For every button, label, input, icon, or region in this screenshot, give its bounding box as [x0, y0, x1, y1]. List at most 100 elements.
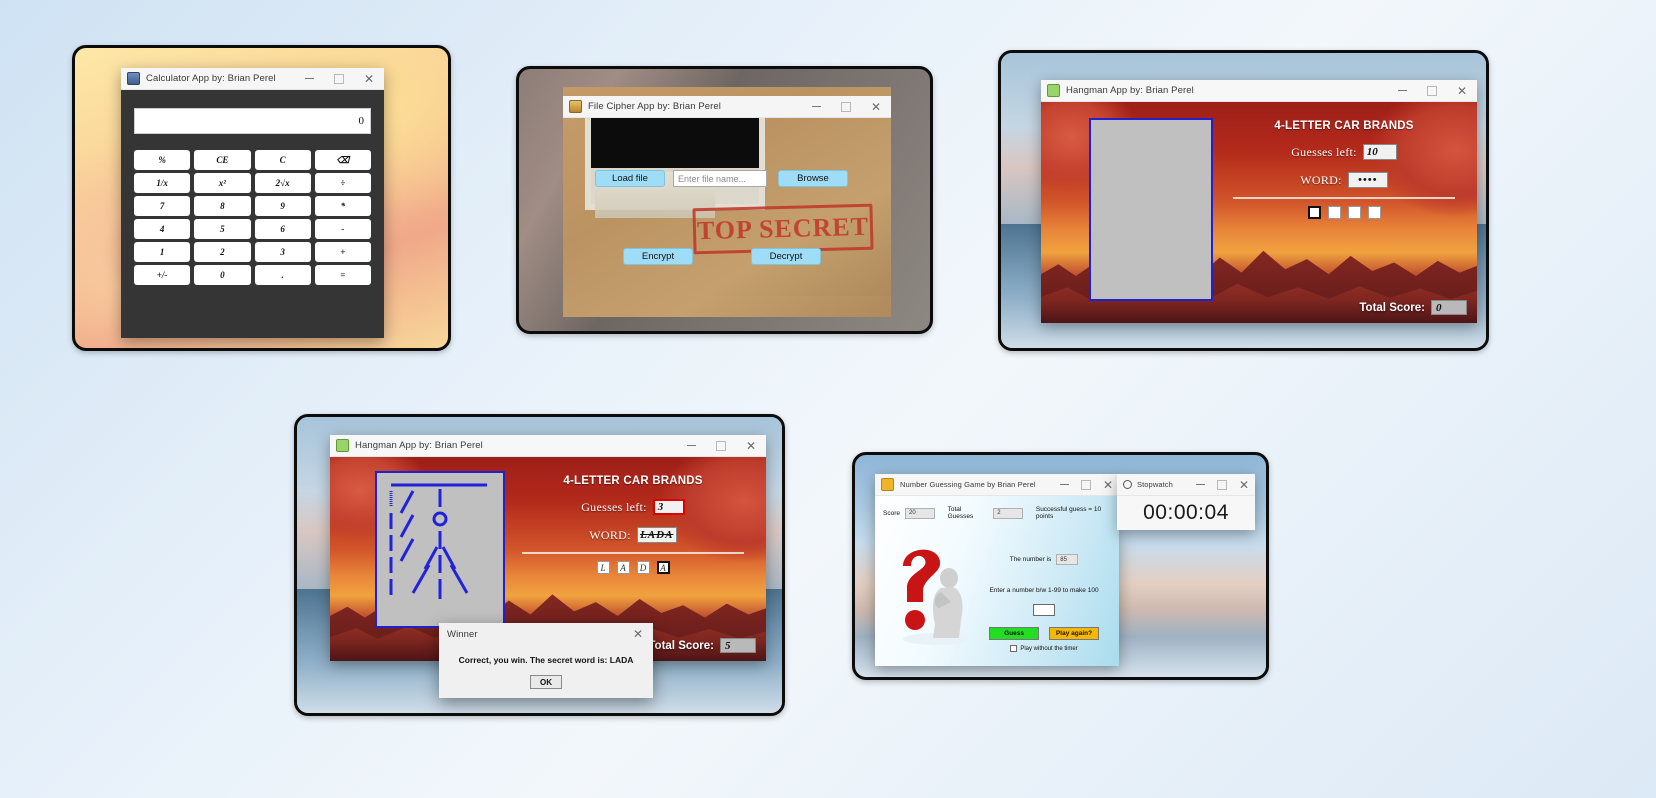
total-score-row: Total Score: 5: [648, 638, 756, 653]
letter-slot[interactable]: A: [656, 561, 670, 574]
stopwatch-window[interactable]: Stopwatch ✕ 00:00:04: [1117, 474, 1255, 530]
calc-key-7[interactable]: 7: [134, 196, 191, 216]
envelope-photo: [585, 118, 765, 218]
word-row: WORD: LADA: [508, 527, 758, 543]
calc-key-divide[interactable]: ÷: [314, 173, 371, 193]
winner-dialog-ok-button[interactable]: OK: [530, 675, 562, 689]
calc-key-percent[interactable]: %: [134, 150, 191, 170]
play-without-timer-row[interactable]: Play without the timer: [975, 645, 1113, 652]
guesses-left-row: Guesses left: 3: [508, 499, 758, 515]
close-icon[interactable]: ✕: [1447, 80, 1477, 101]
calc-key-plus[interactable]: +: [314, 242, 371, 262]
calc-key-multiply[interactable]: *: [314, 196, 371, 216]
calc-key-minus[interactable]: -: [314, 219, 371, 239]
close-icon[interactable]: ✕: [623, 623, 653, 645]
browse-button[interactable]: Browse: [778, 170, 848, 187]
guess-prompt: Enter a number b/w 1-99 to make 100: [989, 587, 1099, 594]
calc-key-5[interactable]: 5: [194, 219, 251, 239]
calc-key-square[interactable]: x²: [194, 173, 251, 193]
letter-slot[interactable]: A: [616, 561, 630, 574]
calculator-titlebar[interactable]: Calculator App by: Brian Perel ✕: [121, 68, 384, 90]
close-icon[interactable]: ✕: [1097, 474, 1119, 495]
calculator-window[interactable]: Calculator App by: Brian Perel ✕ 0 % CE …: [121, 68, 384, 338]
stopwatch-title: Stopwatch: [1137, 480, 1173, 489]
calc-key-backspace[interactable]: ⌫: [314, 150, 371, 170]
top-secret-stamp: TOP SECRET: [692, 203, 874, 255]
encrypt-button[interactable]: Encrypt: [623, 248, 693, 265]
calc-key-sign[interactable]: +/-: [134, 265, 191, 285]
hangman-start-titlebar[interactable]: Hangman App by: Brian Perel ✕: [1041, 80, 1477, 102]
close-icon[interactable]: ✕: [736, 435, 766, 456]
calc-key-decimal[interactable]: .: [254, 265, 311, 285]
letter-slot[interactable]: [1327, 206, 1341, 219]
number-guessing-window[interactable]: Number Guessing Game by Brian Perel ✕ Sc…: [875, 474, 1119, 666]
play-without-timer-checkbox[interactable]: [1010, 645, 1018, 652]
close-icon[interactable]: ✕: [861, 96, 891, 117]
calc-key-6[interactable]: 6: [254, 219, 311, 239]
decrypt-button[interactable]: Decrypt: [751, 248, 821, 265]
hangman-start-window[interactable]: Hangman App by: Brian Perel ✕ 4-LETTER C…: [1041, 80, 1477, 323]
letter-slot[interactable]: [1307, 206, 1321, 219]
calc-key-3[interactable]: 3: [254, 242, 311, 262]
maximize-button[interactable]: [1211, 474, 1233, 495]
calc-key-1[interactable]: 1: [134, 242, 191, 262]
calc-key-9[interactable]: 9: [254, 196, 311, 216]
play-again-button[interactable]: Play again?: [1049, 627, 1099, 640]
calc-key-2[interactable]: 2: [194, 242, 251, 262]
calc-key-0[interactable]: 0: [194, 265, 251, 285]
total-score-value: 0: [1431, 300, 1467, 315]
file-cipher-window[interactable]: File Cipher App by: Brian Perel ✕ Load f…: [563, 96, 891, 296]
minimize-button[interactable]: [294, 68, 324, 89]
maximize-button[interactable]: [324, 68, 354, 89]
guess-input[interactable]: [1033, 604, 1055, 616]
file-cipher-title: File Cipher App by: Brian Perel: [588, 101, 721, 112]
letter-slots: L A D A: [508, 561, 758, 574]
calc-key-8[interactable]: 8: [194, 196, 251, 216]
maximize-button[interactable]: [1417, 80, 1447, 101]
close-icon[interactable]: ✕: [1233, 474, 1255, 495]
calc-key-4[interactable]: 4: [134, 219, 191, 239]
letter-slot[interactable]: L: [596, 561, 610, 574]
minimize-button[interactable]: [676, 435, 706, 456]
file-cipher-icon: [569, 100, 582, 113]
close-icon[interactable]: ✕: [354, 68, 384, 89]
file-cipher-titlebar[interactable]: File Cipher App by: Brian Perel ✕: [563, 96, 891, 118]
hangman-category: 4-LETTER CAR BRANDS: [563, 475, 703, 487]
play-without-timer-label: Play without the timer: [1020, 645, 1078, 652]
winner-dialog[interactable]: Winner ✕ Correct, you win. The secret wo…: [439, 623, 653, 698]
points-note: Successful guess = 10 points: [1035, 506, 1102, 520]
letter-slot[interactable]: [1347, 206, 1361, 219]
hangman-drawing-board: [375, 471, 505, 628]
minimize-button[interactable]: [1189, 474, 1211, 495]
hangman-win-titlebar[interactable]: Hangman App by: Brian Perel ✕: [330, 435, 766, 457]
calculator-keypad: % CE C ⌫ 1/x x² 2√x ÷ 7 8 9 * 4 5 6 - 1 …: [134, 150, 371, 285]
calc-key-c[interactable]: C: [254, 150, 311, 170]
number-guessing-window-controls: ✕: [1053, 474, 1119, 495]
calc-key-ce[interactable]: CE: [194, 150, 251, 170]
top-secret-stamp-text: TOP SECRET: [696, 211, 870, 246]
calc-key-equals[interactable]: =: [314, 265, 371, 285]
calc-key-sqrt[interactable]: 2√x: [254, 173, 311, 193]
calculator-display[interactable]: 0: [134, 108, 371, 134]
load-file-button[interactable]: Load file: [595, 170, 665, 187]
maximize-button[interactable]: [706, 435, 736, 456]
hangman-category: 4-LETTER CAR BRANDS: [1274, 120, 1414, 132]
letter-slot[interactable]: D: [636, 561, 650, 574]
stopwatch-titlebar[interactable]: Stopwatch ✕: [1117, 474, 1255, 496]
guess-button[interactable]: Guess: [989, 627, 1039, 640]
minimize-button[interactable]: [1053, 474, 1075, 495]
file-name-input[interactable]: Enter file name...: [673, 170, 767, 187]
calc-key-reciprocal[interactable]: 1/x: [134, 173, 191, 193]
letter-slot[interactable]: [1367, 206, 1381, 219]
maximize-button[interactable]: [831, 96, 861, 117]
minimize-button[interactable]: [1387, 80, 1417, 101]
minimize-button[interactable]: [801, 96, 831, 117]
hangman-win-panel: 4-LETTER CAR BRANDS Guesses left: 3 WORD…: [508, 475, 758, 574]
winner-dialog-message: Correct, you win. The secret word is: LA…: [458, 655, 634, 665]
calculator-body: 0 % CE C ⌫ 1/x x² 2√x ÷ 7 8 9 * 4 5 6 - …: [121, 90, 384, 299]
number-guessing-icon: [881, 478, 894, 491]
maximize-button[interactable]: [1075, 474, 1097, 495]
number-guessing-titlebar[interactable]: Number Guessing Game by Brian Perel ✕: [875, 474, 1119, 496]
stopwatch-window-controls: ✕: [1189, 474, 1255, 495]
winner-dialog-titlebar[interactable]: Winner ✕: [439, 623, 653, 645]
